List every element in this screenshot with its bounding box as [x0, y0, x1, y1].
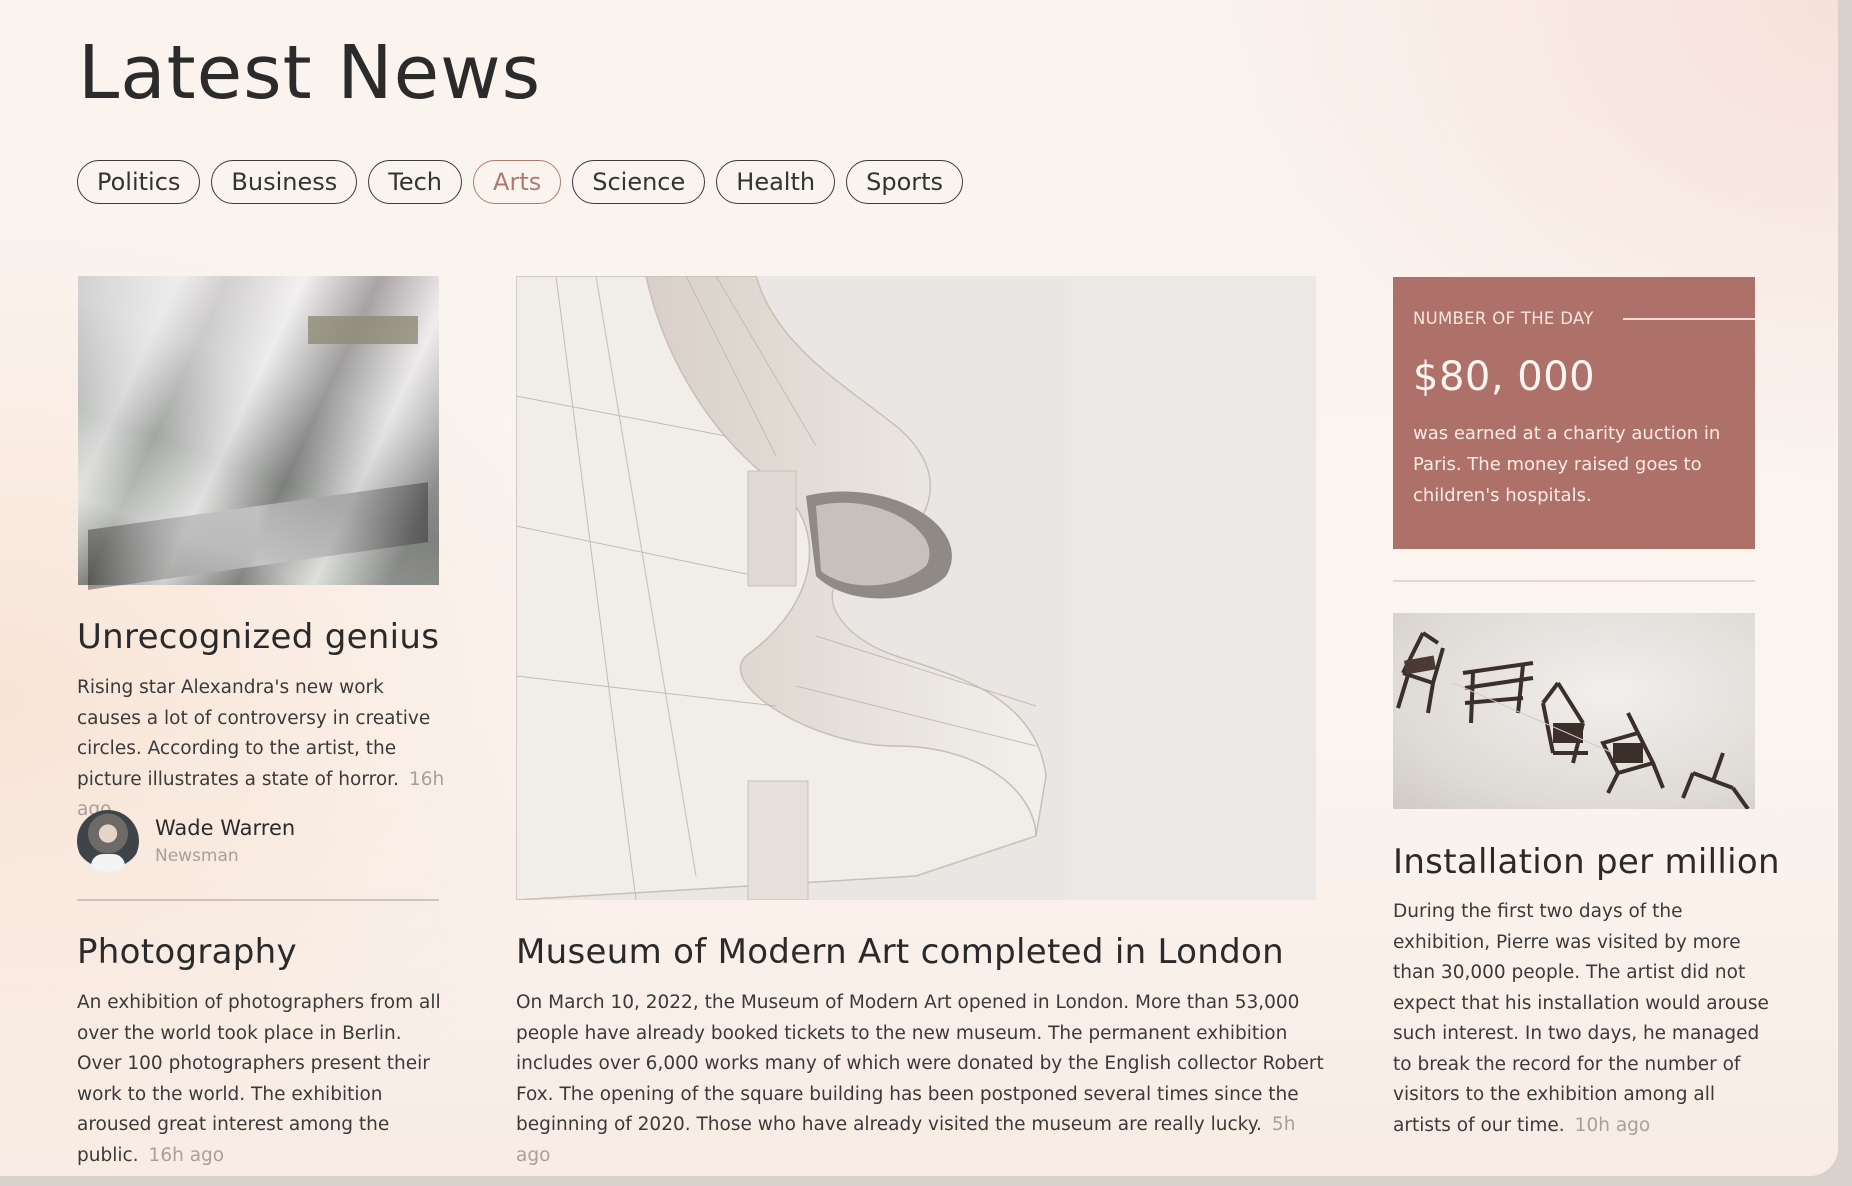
card-text: was earned at a charity auction in Paris…: [1413, 423, 1721, 506]
tab-science[interactable]: Science: [572, 160, 706, 204]
museum-architecture-image[interactable]: [516, 276, 1316, 900]
article-text: An exhibition of photographers from all …: [77, 992, 441, 1166]
number-of-day-card: NUMBER OF THE DAY $80, 000 was earned at…: [1393, 277, 1755, 549]
article-body-installation: During the first two days of the exhibit…: [1393, 897, 1773, 1141]
avatar: [77, 810, 139, 872]
divider: [1393, 580, 1755, 582]
tab-politics[interactable]: Politics: [77, 160, 201, 204]
news-page: Latest News Politics Business Tech Arts …: [0, 0, 1838, 1176]
page-title: Latest News: [78, 30, 542, 116]
article-time: 10h ago: [1574, 1114, 1651, 1136]
author-role: Newsman: [155, 846, 239, 866]
card-number: $80, 000: [1413, 354, 1596, 400]
author-name: Wade Warren: [155, 816, 296, 840]
category-tabs: Politics Business Tech Arts Science Heal…: [77, 160, 964, 204]
card-divider-line: [1623, 318, 1755, 320]
tab-arts[interactable]: Arts: [473, 160, 562, 204]
tab-health[interactable]: Health: [716, 160, 836, 204]
article-body-photography: An exhibition of photographers from all …: [77, 988, 447, 1171]
divider: [77, 899, 439, 901]
tab-business[interactable]: Business: [211, 160, 358, 204]
chairs-illustration: [1396, 631, 1750, 809]
article-body-genius: Rising star Alexandra's new work causes …: [77, 673, 447, 826]
museum-illustration: [516, 276, 1316, 900]
article-time: 16h ago: [148, 1144, 225, 1166]
article-text: During the first two days of the exhibit…: [1393, 901, 1769, 1136]
tab-sports[interactable]: Sports: [846, 160, 964, 204]
flying-chairs-image[interactable]: [1393, 613, 1755, 809]
author[interactable]: Wade Warren Newsman: [77, 810, 295, 872]
article-title-genius[interactable]: Unrecognized genius: [77, 617, 439, 657]
article-title-installation[interactable]: Installation per million: [1393, 842, 1780, 882]
article-body-museum: On March 10, 2022, the Museum of Modern …: [516, 988, 1326, 1171]
abstract-painting-image[interactable]: [78, 276, 439, 585]
article-text: On March 10, 2022, the Museum of Modern …: [516, 992, 1324, 1135]
article-title-photography[interactable]: Photography: [77, 932, 297, 972]
article-text: Rising star Alexandra's new work causes …: [77, 677, 431, 790]
tab-tech[interactable]: Tech: [368, 160, 463, 204]
article-title-museum[interactable]: Museum of Modern Art completed in London: [516, 932, 1284, 972]
